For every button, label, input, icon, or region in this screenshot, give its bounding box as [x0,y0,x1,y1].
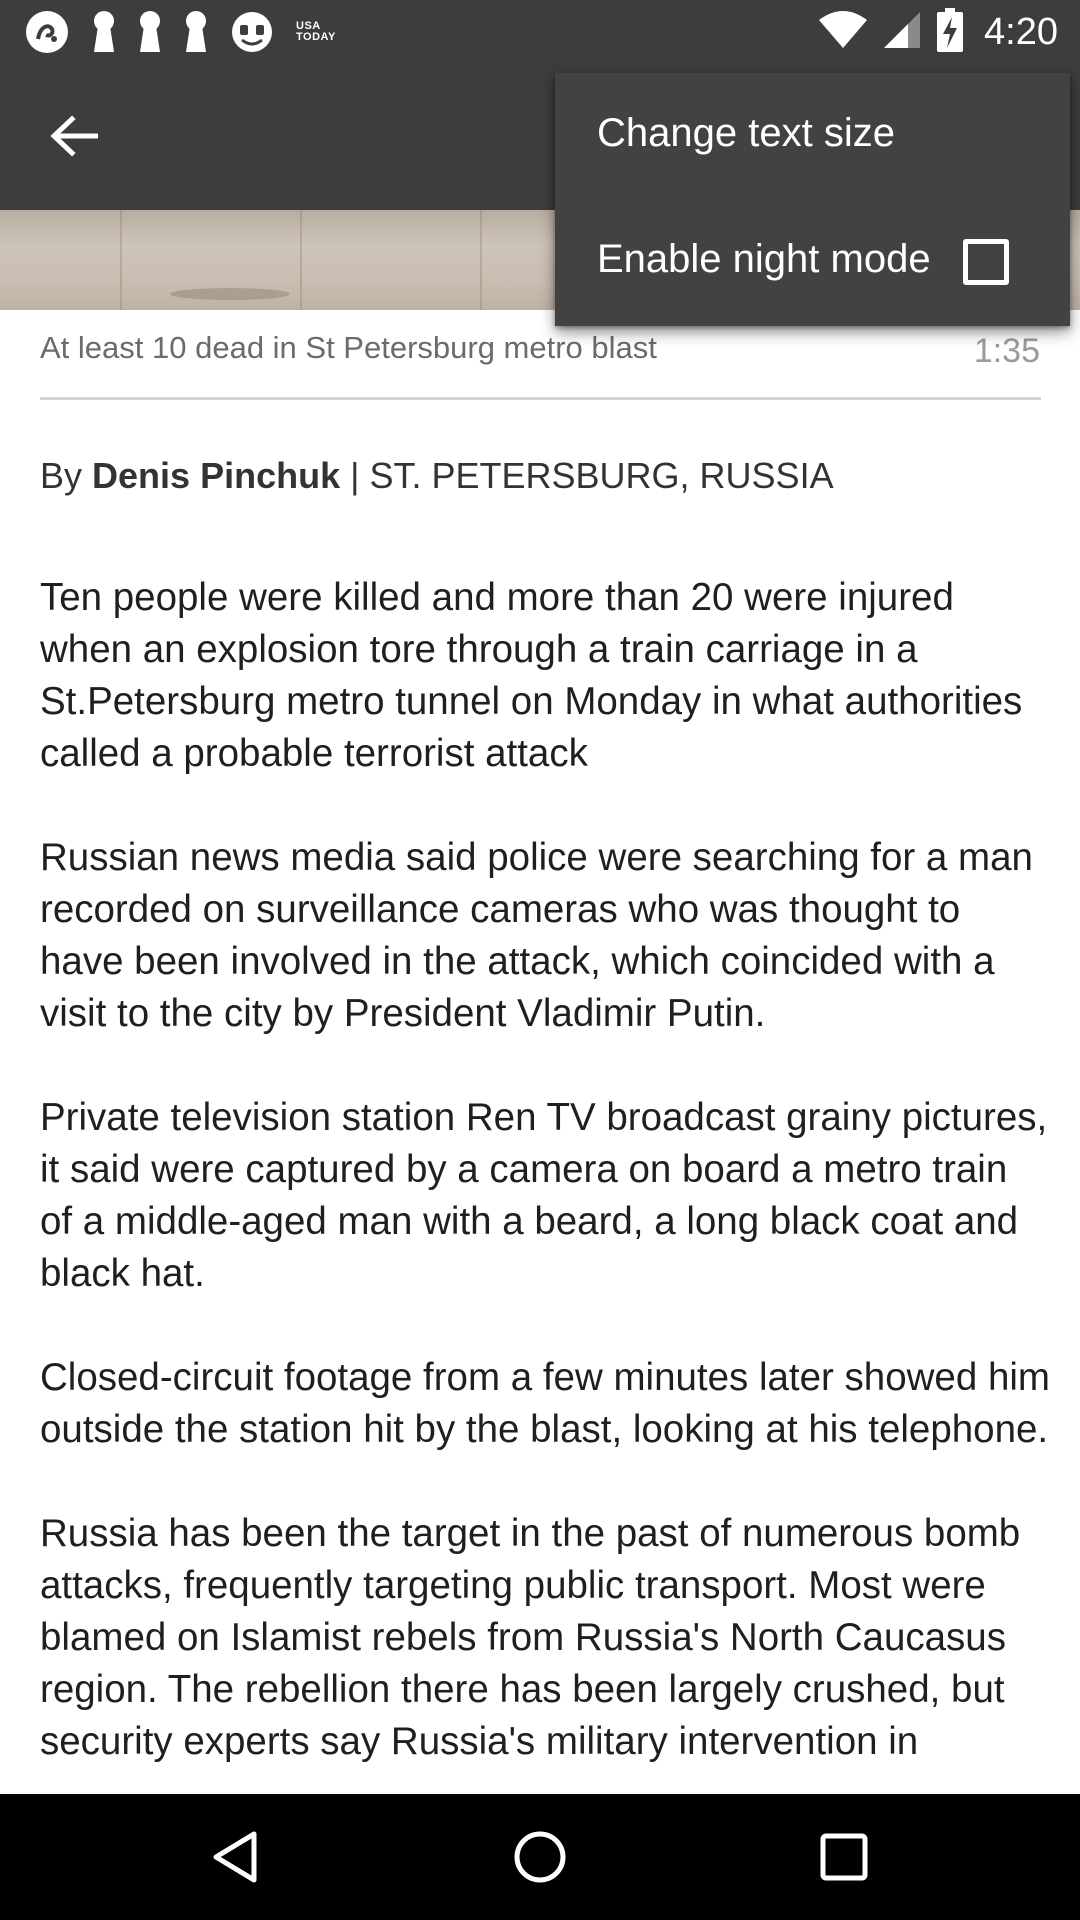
back-button[interactable] [36,100,112,176]
byline-author: Denis Pinchuk [92,455,341,496]
battery-charging-icon [936,7,964,57]
nav-home-button[interactable] [505,1824,575,1894]
usa-today-icon: USA TODAY [296,20,336,43]
home-circle-icon [512,1829,568,1890]
byline-location: ST. PETERSBURG, RUSSIA [369,455,834,496]
system-nav-bar [0,1794,1080,1920]
menu-item-change-text-size[interactable]: Change text size [555,73,1070,199]
article-paragraph: Russian news media said police were sear… [40,836,1033,1035]
article-paragraph: Russia has been the target in the past o… [40,1512,1021,1763]
night-mode-checkbox[interactable] [963,239,1009,285]
wifi-icon [818,10,868,55]
back-triangle-icon [210,1830,260,1889]
system-status: 4:20 [818,7,1058,57]
byline-prefix: By [40,455,83,496]
video-title: At least 10 dead in St Petersburg metro … [40,330,657,365]
notification-icons: USA TODAY [24,8,336,56]
video-duration: 1:35 [973,332,1040,370]
keyhole-icon [184,10,208,54]
divider [40,397,1041,400]
byline-separator: | [350,455,360,496]
byline: By Denis Pinchuk | ST. PETERSBURG, RUSSI… [40,455,834,497]
article-paragraph: Closed-circuit footage from a few minute… [40,1356,1050,1451]
keyhole-icon [92,10,116,54]
nav-back-button[interactable] [200,1824,270,1894]
menu-item-enable-night-mode[interactable]: Enable night mode [555,199,1070,325]
article-body: Ten people were killed and more than 20 … [40,572,1050,1820]
keyhole-icon [138,10,162,54]
nav-recents-button[interactable] [809,1824,879,1894]
reuters-icon [24,9,70,55]
menu-item-label: Change text size [597,111,895,155]
status-bar: USA TODAY 4:20 [0,0,1080,64]
arrow-back-icon [50,114,99,162]
clock: 4:20 [984,10,1058,53]
article-paragraph: Private television station Ren TV broadc… [40,1096,1048,1295]
signal-icon [882,10,922,55]
face-icon [230,10,274,54]
article-paragraph: Ten people were killed and more than 20 … [40,576,1023,775]
recents-square-icon [819,1832,869,1887]
video-caption: At least 10 dead in St Petersburg metro … [40,330,1040,370]
overflow-menu: Change text size Enable night mode [555,73,1070,326]
menu-item-label: Enable night mode [597,237,931,281]
